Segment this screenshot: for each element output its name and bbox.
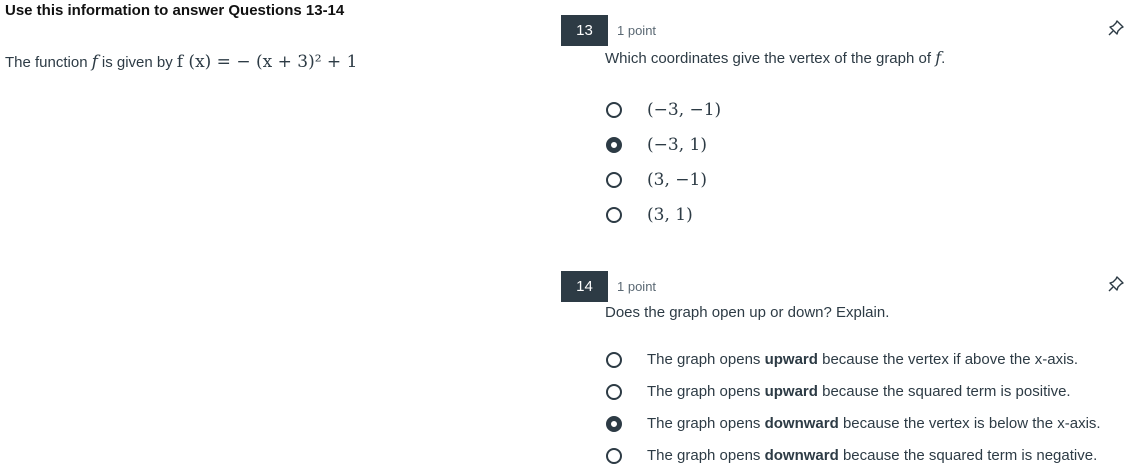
pin-icon[interactable] xyxy=(1106,274,1126,294)
q14-option-b[interactable]: The graph opens upward because the squar… xyxy=(606,383,1071,400)
option-label: The graph opens downward because the squ… xyxy=(647,447,1098,464)
option-label: (−3, −1) xyxy=(647,100,722,120)
radio-button[interactable] xyxy=(606,207,622,223)
question-number-badge: 13 xyxy=(561,15,608,46)
option-label: (3, −1) xyxy=(647,170,707,190)
pin-icon[interactable] xyxy=(1106,18,1126,38)
question-points: 1 point xyxy=(617,279,657,294)
stimulus-text-middle: is given by xyxy=(101,54,173,71)
q13-option-c[interactable]: (3, −1) xyxy=(606,170,707,190)
option-label: (−3, 1) xyxy=(647,135,707,155)
question-number-badge: 14 xyxy=(561,271,608,302)
stimulus-function-name: f xyxy=(91,52,98,72)
radio-button[interactable] xyxy=(606,447,622,464)
q13-option-a[interactable]: (−3, −1) xyxy=(606,100,721,120)
option-label: The graph opens upward because the verte… xyxy=(647,351,1079,368)
prompt-text: Which coordinates give the vertex of the… xyxy=(605,50,932,67)
question-13-prompt: Which coordinates give the vertex of the… xyxy=(605,48,945,67)
stimulus-text: The function f is given by f (x) = − (x … xyxy=(5,52,357,72)
option-label: (3, 1) xyxy=(647,205,693,225)
option-label: The graph opens downward because the ver… xyxy=(647,415,1101,432)
stimulus-equation: f (x) = − (x + 3)² + 1 xyxy=(176,52,358,72)
stimulus-title: Use this information to answer Questions… xyxy=(5,2,345,19)
radio-button[interactable] xyxy=(606,383,622,400)
radio-button-selected[interactable] xyxy=(606,415,622,432)
q13-option-d[interactable]: (3, 1) xyxy=(606,205,693,225)
question-points: 1 point xyxy=(617,23,657,38)
radio-button[interactable] xyxy=(606,351,622,368)
option-label: The graph opens upward because the squar… xyxy=(647,383,1071,400)
q14-option-a[interactable]: The graph opens upward because the verte… xyxy=(606,351,1078,368)
question-14-prompt: Does the graph open up or down? Explain. xyxy=(605,304,890,321)
radio-button-selected[interactable] xyxy=(606,137,622,153)
stimulus-text-prefix: The function xyxy=(5,54,88,71)
question-13-header: 13 1 point xyxy=(561,15,656,46)
radio-button[interactable] xyxy=(606,172,622,188)
prompt-end: . xyxy=(941,50,946,67)
question-14-header: 14 1 point xyxy=(561,271,656,302)
q14-option-d[interactable]: The graph opens downward because the squ… xyxy=(606,447,1097,464)
radio-button[interactable] xyxy=(606,102,622,118)
q13-option-b[interactable]: (−3, 1) xyxy=(606,135,707,155)
q14-option-c[interactable]: The graph opens downward because the ver… xyxy=(606,415,1101,432)
